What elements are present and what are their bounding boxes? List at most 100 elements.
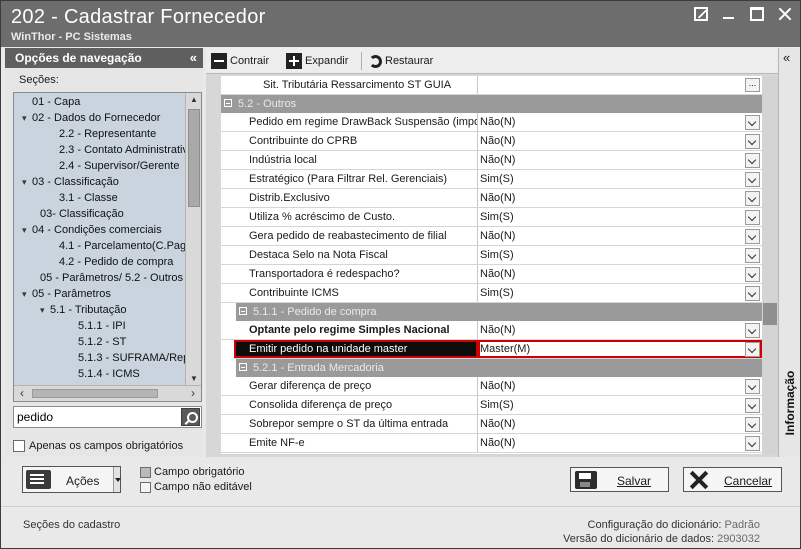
expand-button[interactable]: Expandir: [286, 52, 348, 70]
dropdown-icon[interactable]: [745, 379, 760, 394]
scroll-left-icon[interactable]: ‹: [14, 386, 30, 401]
dropdown-icon[interactable]: [745, 286, 760, 301]
minimize-icon[interactable]: [722, 7, 736, 21]
grid-row[interactable]: Emite NF-e Não(N): [221, 434, 762, 453]
collapse-group-icon[interactable]: [224, 99, 232, 107]
grid-row[interactable]: Contribuinte ICMS Sim(S): [221, 284, 762, 303]
dropdown-icon[interactable]: [745, 153, 760, 168]
grid-vertical-scrollbar[interactable]: [762, 76, 778, 454]
tree-vertical-scrollbar[interactable]: ▲ ▼: [185, 93, 201, 386]
grid-gutter: [206, 76, 221, 454]
tree-item[interactable]: 03- Classificação: [30, 206, 124, 222]
grid-row[interactable]: Sit. Tributária Ressarcimento ST GUIA ..…: [221, 76, 762, 95]
tree-item[interactable]: 2.4 - Supervisor/Gerente: [49, 158, 179, 174]
grid-row[interactable]: Estratégico (Para Filtrar Rel. Gerenciai…: [221, 170, 762, 189]
grid-row[interactable]: Gerar diferença de preço Não(N): [221, 377, 762, 396]
grid-row-selected[interactable]: Emitir pedido na unidade master Master(M): [234, 340, 762, 359]
scroll-thumb[interactable]: [763, 303, 777, 325]
collapse-group-icon[interactable]: [239, 307, 247, 315]
dropdown-icon[interactable]: [745, 115, 760, 130]
expand-toggle-icon[interactable]: ▾: [22, 286, 32, 302]
dropdown-icon[interactable]: [745, 398, 760, 413]
expand-toggle-icon[interactable]: ▾: [40, 302, 50, 318]
only-required-checkbox[interactable]: [13, 440, 25, 452]
expand-toggle-icon[interactable]: ▾: [22, 110, 32, 126]
collapse-info-icon[interactable]: «: [783, 50, 790, 65]
scroll-up-icon[interactable]: ▲: [186, 93, 201, 107]
close-icon[interactable]: [778, 7, 792, 21]
grid-row[interactable]: Distrib.Exclusivo Não(N): [221, 189, 762, 208]
dictionary-config: Configuração do dicionário: Padrão: [587, 519, 760, 531]
tree-item[interactable]: 4.1 - Parcelamento(C.Pagar): [49, 238, 200, 254]
toolbar-divider: [361, 52, 362, 70]
tree-item[interactable]: ▾ 5.1 - Tributação: [40, 302, 126, 318]
restore-button[interactable]: Restaurar: [369, 52, 433, 70]
legend-noneditable: Campo não editável: [140, 481, 252, 493]
tree-item[interactable]: ▾ 05 - Parâmetros: [22, 286, 111, 302]
restore-icon: [369, 54, 382, 68]
dropdown-icon[interactable]: [745, 417, 760, 432]
collapse-group-icon[interactable]: [239, 363, 247, 371]
collapse-nav-icon[interactable]: «: [190, 50, 197, 65]
dropdown-icon[interactable]: [745, 248, 760, 263]
scroll-right-icon[interactable]: ›: [185, 386, 201, 401]
tree-item[interactable]: ▾ 03 - Classificação: [22, 174, 119, 190]
dropdown-icon[interactable]: [745, 436, 760, 451]
tree-item[interactable]: 3.1 - Classe: [49, 190, 118, 206]
group-header-entrada-mercadoria[interactable]: 5.2.1 - Entrada Mercadoria: [236, 359, 762, 377]
tree-item[interactable]: 5.1.3 - SUFRAMA/Repasse: [68, 350, 201, 366]
scroll-thumb[interactable]: [188, 109, 200, 207]
dropdown-icon[interactable]: [745, 134, 760, 149]
dropdown-icon[interactable]: [745, 191, 760, 206]
dropdown-icon[interactable]: [745, 342, 760, 357]
search-icon[interactable]: [181, 408, 200, 426]
dropdown-icon[interactable]: [745, 172, 760, 187]
tree-item[interactable]: 2.3 - Contato Administrativo: [49, 142, 194, 158]
tree-item[interactable]: 5.1.1 - IPI: [68, 318, 126, 334]
grid-row[interactable]: Indústria local Não(N): [221, 151, 762, 170]
tree-item[interactable]: 5.1.2 - ST: [68, 334, 126, 350]
grid-row[interactable]: Gera pedido de reabastecimento de filial…: [221, 227, 762, 246]
grid-row[interactable]: Transportadora é redespacho? Não(N): [221, 265, 762, 284]
title-bar: 202 - Cadastrar Fornecedor WinThor - PC …: [1, 1, 800, 47]
grid-row[interactable]: Destaca Selo na Nota Fiscal Sim(S): [221, 246, 762, 265]
dropdown-icon[interactable]: [745, 323, 760, 338]
tree-item[interactable]: 01 - Capa: [22, 94, 80, 110]
grid-row[interactable]: Consolida diferença de preço Sim(S): [221, 396, 762, 415]
tree-item[interactable]: 2.2 - Representante: [49, 126, 156, 142]
tree-item[interactable]: 5.1.4 - ICMS: [68, 366, 140, 382]
actions-button[interactable]: Ações: [22, 466, 121, 493]
grid-row[interactable]: Contribuinte do CPRB Não(N): [221, 132, 762, 151]
only-required-option[interactable]: Apenas os campos obrigatórios: [13, 440, 183, 452]
tree-item[interactable]: 4.2 - Pedido de compra: [49, 254, 173, 270]
ellipsis-button[interactable]: ...: [745, 78, 760, 92]
chevron-down-icon[interactable]: [113, 467, 121, 492]
grid-row[interactable]: Utiliza % acréscimo de Custo. Sim(S): [221, 208, 762, 227]
dropdown-icon[interactable]: [745, 210, 760, 225]
legend-required: Campo obrigatório: [140, 466, 245, 478]
expand-toggle-icon[interactable]: ▾: [22, 222, 32, 238]
tree-item[interactable]: ▾ 02 - Dados do Fornecedor: [22, 110, 160, 126]
save-button[interactable]: Salvar: [570, 467, 669, 492]
close-icon: [688, 471, 710, 489]
info-sidebar[interactable]: « Informação: [778, 48, 800, 457]
navigation-title: Opções de navegação: [15, 51, 142, 65]
expand-toggle-icon[interactable]: ▾: [22, 174, 32, 190]
group-header-pedido-compra[interactable]: 5.1.1 - Pedido de compra: [236, 303, 762, 321]
scroll-thumb[interactable]: [32, 389, 158, 398]
grid-row[interactable]: Pedido em regime DrawBack Suspensão (imp…: [221, 113, 762, 132]
collapse-button[interactable]: Contrair: [211, 52, 269, 70]
grid-row[interactable]: Optante pelo regime Simples Nacional Não(…: [221, 321, 762, 340]
dropdown-icon[interactable]: [745, 267, 760, 282]
section-search-input[interactable]: [17, 409, 177, 425]
scroll-down-icon[interactable]: ▼: [186, 372, 201, 386]
cancel-button[interactable]: Cancelar: [683, 467, 782, 492]
tree-horizontal-scrollbar[interactable]: ‹ ›: [14, 385, 201, 401]
maximize-icon[interactable]: [750, 7, 764, 21]
tree-item[interactable]: ▾ 04 - Condições comerciais: [22, 222, 162, 238]
group-header-outros[interactable]: 5.2 - Outros: [221, 95, 762, 113]
dropdown-icon[interactable]: [745, 229, 760, 244]
pin-icon[interactable]: [694, 7, 708, 21]
tree-item[interactable]: 05 - Parâmetros/ 5.2 - Outros: [30, 270, 183, 286]
grid-row[interactable]: Sobrepor sempre o ST da última entrada Nã…: [221, 415, 762, 434]
